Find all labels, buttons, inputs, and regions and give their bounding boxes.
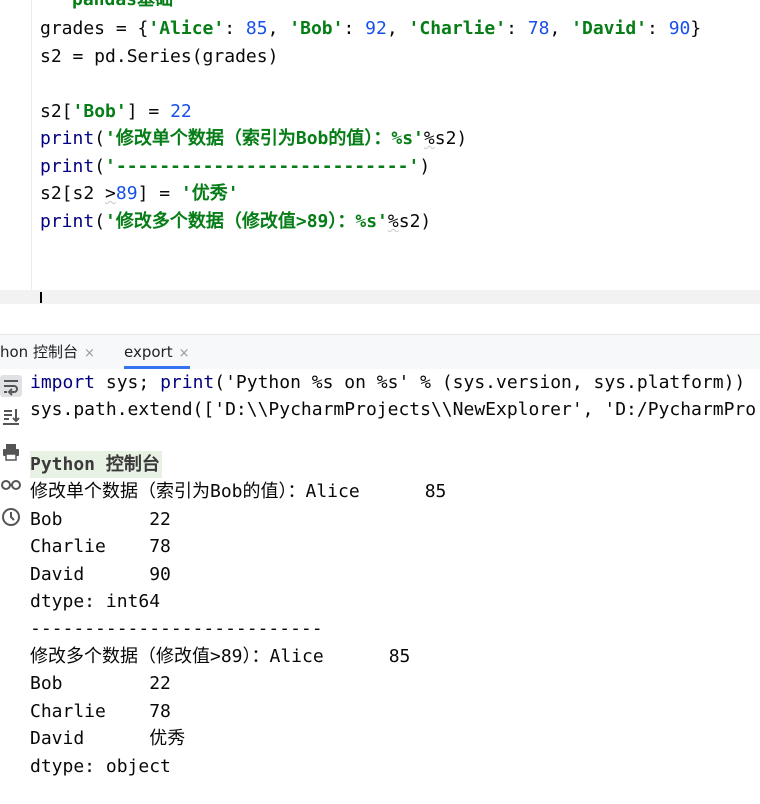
console-line: David 90: [30, 564, 171, 585]
tab-label: export: [124, 343, 173, 361]
console-line: Bob 22: [30, 509, 171, 530]
tab-python-console[interactable]: hon 控制台 ×: [0, 335, 95, 369]
console-line: sys.path.extend(['D:\\PycharmProjects\\N…: [30, 399, 757, 420]
tab-label: hon 控制台: [0, 343, 78, 361]
panel-divider[interactable]: [0, 290, 760, 304]
console-line: Bob 22: [30, 673, 171, 694]
editor-partial-line: pandas基础: [72, 0, 173, 14]
console-output[interactable]: import sys; print('Python %s on %s' % (s…: [0, 369, 760, 804]
history-icon[interactable]: [0, 506, 22, 528]
console-line: 修改单个数据（索引为Bob的值）：Alice 85: [30, 481, 447, 502]
editor-line-8[interactable]: print('修改多个数据（修改值>89）：%s'%s2): [40, 208, 431, 236]
print-icon[interactable]: [0, 441, 22, 463]
console-line: David 优秀: [30, 728, 186, 749]
console-line: dtype: int64: [30, 591, 161, 612]
close-icon[interactable]: ×: [84, 346, 95, 361]
console-line: 修改多个数据（修改值>89）：Alice 85: [30, 646, 411, 667]
console-line: import sys; print('Python %s on %s' % (s…: [30, 372, 746, 393]
console-toolbar: [0, 369, 24, 804]
editor-line-6[interactable]: print('---------------------------'): [40, 153, 430, 181]
close-icon[interactable]: ×: [179, 346, 190, 361]
code-editor[interactable]: pandas基础 grades = {'Alice': 85, 'Bob': 9…: [0, 0, 760, 290]
editor-line-4[interactable]: s2['Bob'] = 22: [40, 98, 192, 126]
editor-line-1[interactable]: grades = {'Alice': 85, 'Bob': 92, 'Charl…: [40, 15, 701, 43]
panel-gap: [0, 304, 760, 334]
gutter-divider: [31, 0, 32, 290]
text-cursor: [40, 292, 42, 303]
editor-line-5[interactable]: print('修改单个数据（索引为Bob的值）：%s'%s2): [40, 125, 467, 153]
console-line: dtype: object: [30, 756, 171, 777]
glasses-icon[interactable]: [0, 473, 22, 495]
editor-line-2[interactable]: s2 = pd.Series(grades): [40, 43, 278, 71]
console-line: Charlie 78: [30, 701, 171, 722]
tab-export[interactable]: export ×: [124, 335, 190, 369]
editor-line-7[interactable]: s2[s2 >89] = '优秀': [40, 180, 239, 208]
console-line: ---------------------------: [30, 618, 323, 639]
console-banner: Python 控制台: [30, 451, 162, 479]
console-tab-bar: hon 控制台 × export ×: [0, 334, 760, 370]
scroll-to-end-icon[interactable]: [0, 406, 22, 428]
console-line: Charlie 78: [30, 536, 171, 557]
soft-wrap-icon[interactable]: [0, 375, 22, 397]
